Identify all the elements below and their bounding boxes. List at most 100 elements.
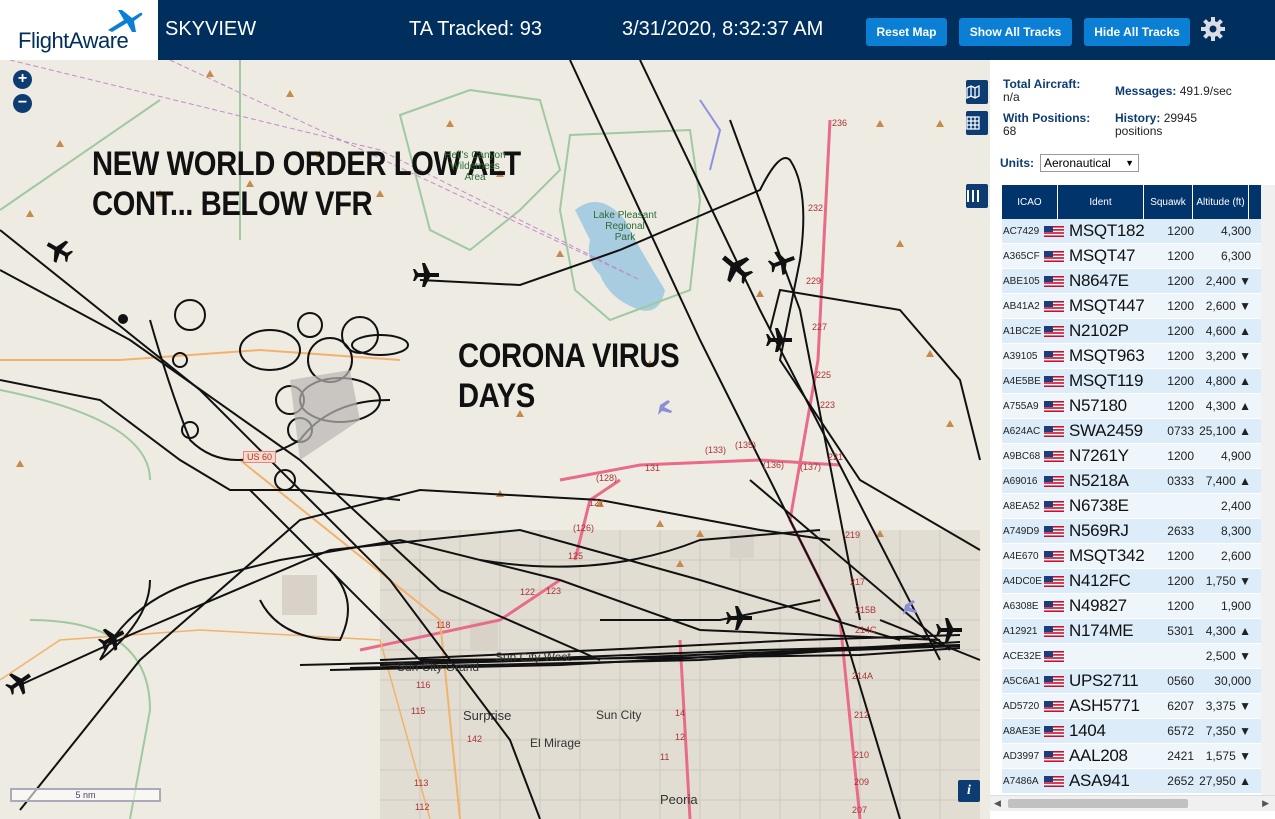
zoom-out-button[interactable]: − bbox=[13, 94, 32, 113]
table-row[interactable]: AC7429 MSQT182 1200 4,300 bbox=[1002, 219, 1263, 244]
park-label-lake-pleasant: Lake Pleasant Regional Park bbox=[593, 210, 657, 243]
cell-ident: SWA2459 bbox=[1069, 421, 1143, 440]
scrollbar-thumb[interactable] bbox=[1008, 799, 1188, 808]
cell-ident: MSQT182 bbox=[1069, 221, 1145, 240]
cell-icao: ABE105 bbox=[1003, 275, 1040, 287]
us-flag-icon bbox=[1044, 500, 1064, 512]
table-row[interactable]: A8AE3E 1404 6572 7,350 ▼ bbox=[1002, 719, 1263, 744]
top-bar: FlightAware SKYVIEW TA Tracked: 93 3/31/… bbox=[0, 0, 1275, 60]
route-number: (133) bbox=[705, 445, 727, 455]
cell-ident: MSQT119 bbox=[1069, 371, 1144, 390]
restricted-area bbox=[290, 370, 360, 460]
gear-icon[interactable] bbox=[1200, 16, 1226, 42]
route-number: 210 bbox=[854, 750, 870, 760]
column-header-altitude[interactable]: Altitude (ft) bbox=[1193, 185, 1249, 219]
hide-all-tracks-button[interactable]: Hide All Tracks bbox=[1084, 18, 1190, 46]
history-value: 29945 bbox=[1163, 111, 1198, 125]
columns-icon bbox=[967, 190, 979, 202]
table-row[interactable]: A12921 N174ME 5301 4,300 ▲ bbox=[1002, 619, 1263, 644]
table-row[interactable]: A7486A ASA941 2652 27,950 ▲ bbox=[1002, 769, 1263, 794]
route-number: 116 bbox=[416, 680, 431, 690]
map-layers-button[interactable] bbox=[966, 80, 988, 104]
cell-altitude: 2,400 ▼ bbox=[1205, 274, 1251, 288]
column-header-icao[interactable]: ICAO bbox=[1002, 185, 1058, 219]
scroll-left-icon[interactable]: ◀ bbox=[994, 798, 1001, 809]
column-header-squawk[interactable]: Squawk bbox=[1144, 185, 1193, 219]
reset-map-button[interactable]: Reset Map bbox=[866, 18, 947, 46]
us-flag-icon bbox=[1044, 525, 1064, 537]
table-row[interactable]: AB41A2 MSQT447 1200 2,600 ▼ bbox=[1002, 294, 1263, 319]
zoom-in-button[interactable]: + bbox=[13, 70, 32, 89]
table-row[interactable]: A6308E N49827 1200 1,900 bbox=[1002, 594, 1263, 619]
us-flag-icon bbox=[1044, 600, 1064, 612]
table-row[interactable]: A365CF MSQT47 1200 6,300 bbox=[1002, 244, 1263, 269]
cell-squawk: 2652 bbox=[1167, 774, 1194, 788]
route-number: 219 bbox=[845, 530, 861, 540]
us-flag-icon bbox=[1044, 325, 1064, 337]
with-positions-label: With Positions: bbox=[1003, 111, 1091, 125]
cell-icao: A4E5BE bbox=[1003, 375, 1041, 387]
place-label-sun-city-west: Sun City West bbox=[495, 650, 571, 664]
units-select[interactable]: Aeronautical ▼ bbox=[1040, 154, 1139, 172]
us-flag-icon bbox=[1044, 750, 1064, 762]
table-row[interactable]: A755A9 N57180 1200 4,300 ▲ bbox=[1002, 394, 1263, 419]
table-row[interactable]: ABE105 N8647E 1200 2,400 ▼ bbox=[1002, 269, 1263, 294]
cell-ident: MSQT47 bbox=[1069, 246, 1136, 265]
route-number: 215B bbox=[855, 605, 877, 615]
route-number: 118 bbox=[436, 620, 451, 630]
route-number: 209 bbox=[854, 777, 870, 787]
cell-altitude: 4,300 ▲ bbox=[1205, 624, 1251, 638]
cell-altitude: 8,300 bbox=[1220, 524, 1251, 538]
cell-altitude: 7,400 ▲ bbox=[1205, 474, 1251, 488]
scroll-right-icon[interactable]: ▶ bbox=[1262, 798, 1269, 809]
table-row[interactable]: A39105 MSQT963 1200 3,200 ▼ bbox=[1002, 344, 1263, 369]
route-number: 214A bbox=[852, 671, 874, 681]
table-row[interactable]: A624AC SWA2459 0733 25,100 ▲ bbox=[1002, 419, 1263, 444]
table-row[interactable]: A4DC0E N412FC 1200 1,750 ▼ bbox=[1002, 569, 1263, 594]
us-flag-icon bbox=[1044, 425, 1064, 437]
app-title: SKYVIEW bbox=[165, 18, 257, 40]
column-header-ident[interactable]: Ident bbox=[1058, 185, 1144, 219]
route-number: 214C bbox=[855, 625, 877, 635]
vertical-scrollbar[interactable] bbox=[1261, 185, 1275, 795]
horizontal-scrollbar[interactable]: ◀ ▶ bbox=[990, 795, 1275, 811]
route-number: 217 bbox=[850, 577, 866, 587]
table-row[interactable]: ACE32E 2,500 ▼ bbox=[1002, 644, 1263, 669]
info-button[interactable]: i bbox=[958, 780, 980, 802]
us-flag-icon bbox=[1044, 775, 1064, 787]
cell-icao: A1BC2E bbox=[1003, 325, 1042, 337]
cell-icao: A749D9 bbox=[1003, 525, 1040, 537]
table-row[interactable]: A4E5BE MSQT119 1200 4,800 ▲ bbox=[1002, 369, 1263, 394]
grid-toggle-button[interactable] bbox=[966, 111, 988, 135]
route-number: (128) bbox=[596, 473, 618, 483]
cell-squawk: 1200 bbox=[1167, 399, 1194, 413]
cell-ident: ASA941 bbox=[1069, 771, 1130, 790]
cell-altitude: 3,200 ▼ bbox=[1205, 349, 1251, 363]
us-flag-icon bbox=[1044, 550, 1064, 562]
table-row[interactable]: A1BC2E N2102P 1200 4,600 ▲ bbox=[1002, 319, 1263, 344]
cell-ident: MSQT447 bbox=[1069, 296, 1145, 315]
flightaware-logo[interactable]: FlightAware bbox=[0, 0, 158, 60]
aircraft-table: ICAO Ident Squawk Altitude (ft) AC7429 MS… bbox=[1002, 185, 1263, 794]
table-row[interactable]: AD3997 AAL208 2421 1,575 ▼ bbox=[1002, 744, 1263, 769]
messages-value: 491.9/sec bbox=[1179, 84, 1232, 98]
table-row[interactable]: AD5720 ASH5771 6207 3,375 ▼ bbox=[1002, 694, 1263, 719]
cell-altitude: 3,375 ▼ bbox=[1205, 699, 1251, 713]
table-row[interactable]: A5C6A1 UPS2711 0560 30,000 bbox=[1002, 669, 1263, 694]
table-row[interactable]: A4E670 MSQT342 1200 2,600 bbox=[1002, 544, 1263, 569]
total-aircraft-value: n/a bbox=[1003, 90, 1020, 104]
map-view[interactable]: NEW WORLD ORDER LOW ALT CONT... BELOW VF… bbox=[0, 60, 990, 819]
show-all-tracks-button[interactable]: Show All Tracks bbox=[959, 18, 1072, 46]
table-row[interactable]: A69016 N5218A 0333 7,400 ▲ bbox=[1002, 469, 1263, 494]
us-flag-icon bbox=[1044, 450, 1064, 462]
column-toggle-button[interactable] bbox=[966, 184, 988, 208]
cell-altitude: 25,100 ▲ bbox=[1199, 424, 1251, 438]
table-row[interactable]: A749D9 N569RJ 2633 8,300 bbox=[1002, 519, 1263, 544]
cell-altitude: 6,300 bbox=[1220, 249, 1251, 263]
cell-altitude: 2,500 ▼ bbox=[1205, 649, 1251, 663]
cell-icao: A69016 bbox=[1003, 475, 1038, 487]
route-number: (135) bbox=[735, 440, 757, 450]
table-row[interactable]: A9BC68 N7261Y 1200 4,900 bbox=[1002, 444, 1263, 469]
route-number: 14 bbox=[675, 708, 686, 718]
table-row[interactable]: A8EA52 N6738E 2,400 bbox=[1002, 494, 1263, 519]
